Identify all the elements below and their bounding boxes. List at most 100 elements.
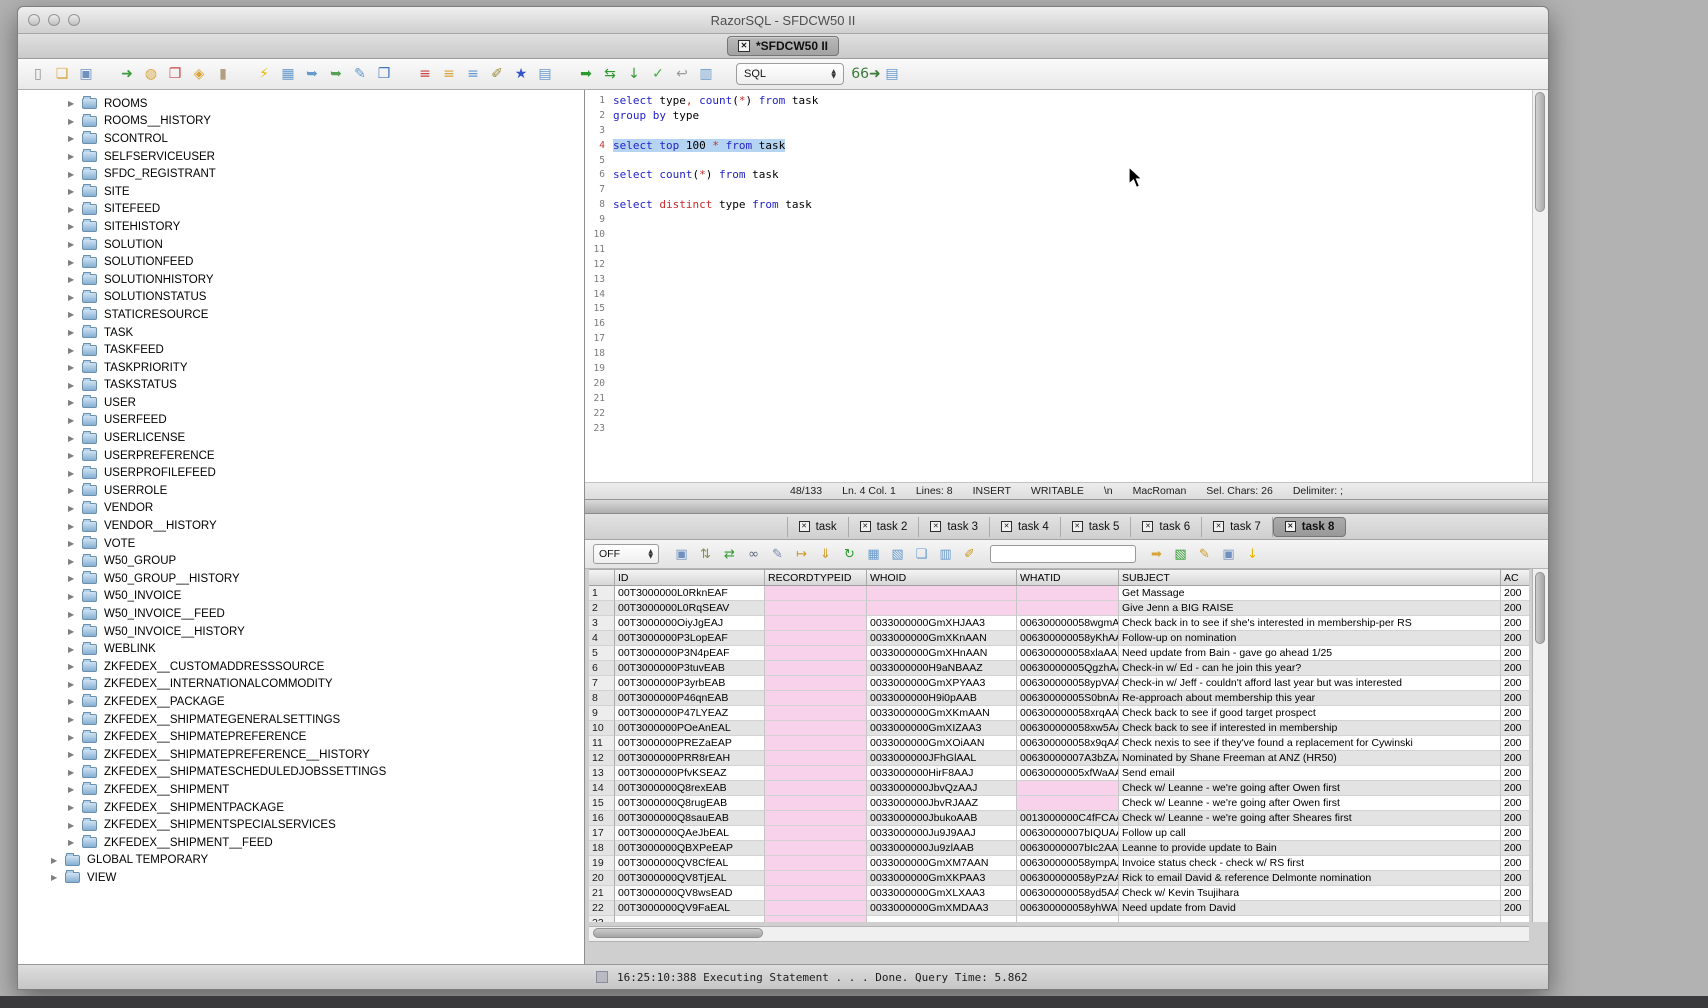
tree-item-weblink[interactable]: ▶WEBLINK bbox=[18, 640, 584, 658]
form-view-icon[interactable]: ▦ bbox=[864, 545, 883, 564]
grid-cell[interactable]: 00T3000000P3LopEAF bbox=[615, 631, 765, 646]
tree-item-user[interactable]: ▶USER bbox=[18, 394, 584, 412]
grid-cell[interactable]: Need update from Bain - gave go ahead 1/… bbox=[1119, 646, 1501, 661]
disclosure-triangle-icon[interactable]: ▶ bbox=[68, 117, 82, 126]
grid-cell[interactable]: 200 bbox=[1501, 616, 1529, 631]
tab-close-icon[interactable]: ✕ bbox=[1213, 521, 1224, 532]
document-tab[interactable]: ✕ *SFDCW50 II bbox=[727, 36, 839, 56]
grid-cell[interactable]: Check w/ Leanne - we're going after Shea… bbox=[1119, 811, 1501, 826]
grid-cell[interactable] bbox=[765, 661, 867, 676]
grid-cell[interactable]: 00T3000000QV9FaEAL bbox=[615, 901, 765, 916]
grid-cell[interactable]: 00T3000000P3yrbEAB bbox=[615, 676, 765, 691]
grid-cell[interactable]: 200 bbox=[1501, 781, 1529, 796]
scrollbar-thumb[interactable] bbox=[1535, 92, 1545, 212]
grid-cell[interactable] bbox=[765, 706, 867, 721]
save-grid-icon[interactable]: ▣ bbox=[1219, 545, 1238, 564]
editor-line[interactable]: 7 bbox=[585, 182, 1533, 197]
grid-cell[interactable]: 200 bbox=[1501, 826, 1529, 841]
grid-cell[interactable]: 0033000000Ju9J9AAJ bbox=[867, 826, 1017, 841]
grid-cell[interactable] bbox=[765, 781, 867, 796]
grid-cell[interactable]: 00T3000000POeAnEAL bbox=[615, 721, 765, 736]
grid-cell[interactable]: 200 bbox=[1501, 691, 1529, 706]
clipboard-icon[interactable]: ▥ bbox=[696, 64, 716, 84]
editor-line[interactable]: 8select distinct type from task bbox=[585, 197, 1533, 212]
disclosure-triangle-icon[interactable]: ▶ bbox=[68, 557, 82, 566]
row-number-cell[interactable]: 12 bbox=[589, 751, 615, 766]
grid-cell[interactable] bbox=[765, 766, 867, 781]
open-file-icon[interactable]: ❏ bbox=[52, 64, 72, 84]
tree-item-staticresource[interactable]: ▶STATICRESOURCE bbox=[18, 306, 584, 324]
tree-item-userprofilefeed[interactable]: ▶USERPROFILEFEED bbox=[18, 464, 584, 482]
grid-cell[interactable]: 200 bbox=[1501, 706, 1529, 721]
disclosure-triangle-icon[interactable]: ▶ bbox=[51, 856, 65, 865]
edit-document-icon[interactable]: ✎ bbox=[350, 64, 370, 84]
close-window-icon[interactable] bbox=[28, 14, 40, 26]
disclosure-triangle-icon[interactable]: ▶ bbox=[68, 310, 82, 319]
grid-cell[interactable]: Give Jenn a BIG RAISE bbox=[1119, 601, 1501, 616]
row-number-cell[interactable]: 2 bbox=[589, 601, 615, 616]
query-builder-icon[interactable]: ▦ bbox=[278, 64, 298, 84]
tree-item-sitefeed[interactable]: ▶SITEFEED bbox=[18, 201, 584, 219]
row-number-cell[interactable]: 19 bbox=[589, 856, 615, 871]
grid-cell[interactable] bbox=[1017, 796, 1119, 811]
grid-cell[interactable] bbox=[765, 631, 867, 646]
grid-cell[interactable] bbox=[615, 916, 765, 922]
database-tree-panel[interactable]: ▶ROOMS▶ROOMS__HISTORY▶SCONTROL▶SELFSERVI… bbox=[18, 90, 585, 964]
format-sql-icon[interactable]: ≡ bbox=[463, 64, 483, 84]
disclosure-triangle-icon[interactable]: ▶ bbox=[68, 222, 82, 231]
scrollbar-thumb[interactable] bbox=[593, 928, 763, 938]
grid-cell[interactable] bbox=[765, 916, 867, 922]
grid-cell[interactable] bbox=[765, 721, 867, 736]
row-number-cell[interactable]: 13 bbox=[589, 766, 615, 781]
grid-cell[interactable]: 00T3000000L0RknEAF bbox=[615, 586, 765, 601]
disclosure-triangle-icon[interactable]: ▶ bbox=[68, 187, 82, 196]
tree-item-vendor[interactable]: ▶VENDOR bbox=[18, 500, 584, 518]
grid-cell[interactable] bbox=[1017, 586, 1119, 601]
grid-cell[interactable]: 00T3000000QV8CfEAL bbox=[615, 856, 765, 871]
grid-cell[interactable]: 0033000000GmXKPAA3 bbox=[867, 871, 1017, 886]
download-icon[interactable]: ↓ bbox=[1243, 545, 1262, 564]
tab-close-icon[interactable]: ✕ bbox=[799, 521, 810, 532]
disclosure-triangle-icon[interactable]: ▶ bbox=[68, 821, 82, 830]
disclosure-triangle-icon[interactable]: ▶ bbox=[68, 434, 82, 443]
grid-cell[interactable]: 00T3000000Q8sauEAB bbox=[615, 811, 765, 826]
row-number-cell[interactable]: 4 bbox=[589, 631, 615, 646]
grid-cell[interactable]: 00630000007A3bZAAS bbox=[1017, 751, 1119, 766]
tree-item-sfdc-registrant[interactable]: ▶SFDC_REGISTRANT bbox=[18, 165, 584, 183]
tree-item-solutionfeed[interactable]: ▶SOLUTIONFEED bbox=[18, 253, 584, 271]
grid-cell[interactable] bbox=[765, 616, 867, 631]
tab-close-icon[interactable]: ✕ bbox=[1285, 521, 1296, 532]
sort-filter-icon[interactable]: ⇅ bbox=[696, 545, 715, 564]
grid-cell[interactable]: 0033000000GmXIZAA3 bbox=[867, 721, 1017, 736]
tab-close-icon[interactable]: ✕ bbox=[1072, 521, 1083, 532]
grid-cell[interactable]: 0033000000JbvQzAAJ bbox=[867, 781, 1017, 796]
tree-item-zkfedex-package[interactable]: ▶ZKFEDEX__PACKAGE bbox=[18, 693, 584, 711]
reload-table-icon[interactable]: ↻ bbox=[840, 545, 859, 564]
tree-item-zkfedex-shipmentspecialservices[interactable]: ▶ZKFEDEX__SHIPMENTSPECIALSERVICES bbox=[18, 816, 584, 834]
grid-cell[interactable] bbox=[867, 916, 1017, 922]
editor-line[interactable]: 9 bbox=[585, 212, 1533, 227]
grid-cell[interactable]: 00T3000000QV8wsEAD bbox=[615, 886, 765, 901]
editor-line[interactable]: 6select count(*) from task bbox=[585, 167, 1533, 182]
single-record-icon[interactable]: ▧ bbox=[888, 545, 907, 564]
grid-cell[interactable]: 0033000000GmXOiAAN bbox=[867, 736, 1017, 751]
grid-cell[interactable]: Check w/ Leanne - we're going after Owen… bbox=[1119, 796, 1501, 811]
grid-cell[interactable]: 0033000000GmXHJAA3 bbox=[867, 616, 1017, 631]
tree-item-userlicense[interactable]: ▶USERLICENSE bbox=[18, 429, 584, 447]
editor-line[interactable]: 23 bbox=[585, 421, 1533, 436]
grid-cell[interactable]: 0033000000GmXKmAAN bbox=[867, 706, 1017, 721]
tab-close-icon[interactable]: ✕ bbox=[1142, 521, 1153, 532]
grid-cell[interactable]: 0033000000GmXMDAA3 bbox=[867, 901, 1017, 916]
favorites-star-icon[interactable]: ★ bbox=[511, 64, 531, 84]
grid-cell[interactable]: 200 bbox=[1501, 646, 1529, 661]
grid-cell[interactable]: Get Massage bbox=[1119, 586, 1501, 601]
column-header-whoid[interactable]: WHOID bbox=[867, 570, 1017, 585]
grid-cell[interactable]: Invoice status check - check w/ RS first bbox=[1119, 856, 1501, 871]
tree-item-userpreference[interactable]: ▶USERPREFERENCE bbox=[18, 447, 584, 465]
grid-cell[interactable]: Rick to email David & reference Delmonte… bbox=[1119, 871, 1501, 886]
grid-cell[interactable]: 006300000058xw5AAA bbox=[1017, 721, 1119, 736]
disclosure-triangle-icon[interactable]: ▶ bbox=[68, 398, 82, 407]
grid-cell[interactable]: 006300000058ympAAA bbox=[1017, 856, 1119, 871]
grid-cell[interactable]: 00T3000000PREZaEAP bbox=[615, 736, 765, 751]
grid-cell[interactable]: Check nexis to see if they've found a re… bbox=[1119, 736, 1501, 751]
